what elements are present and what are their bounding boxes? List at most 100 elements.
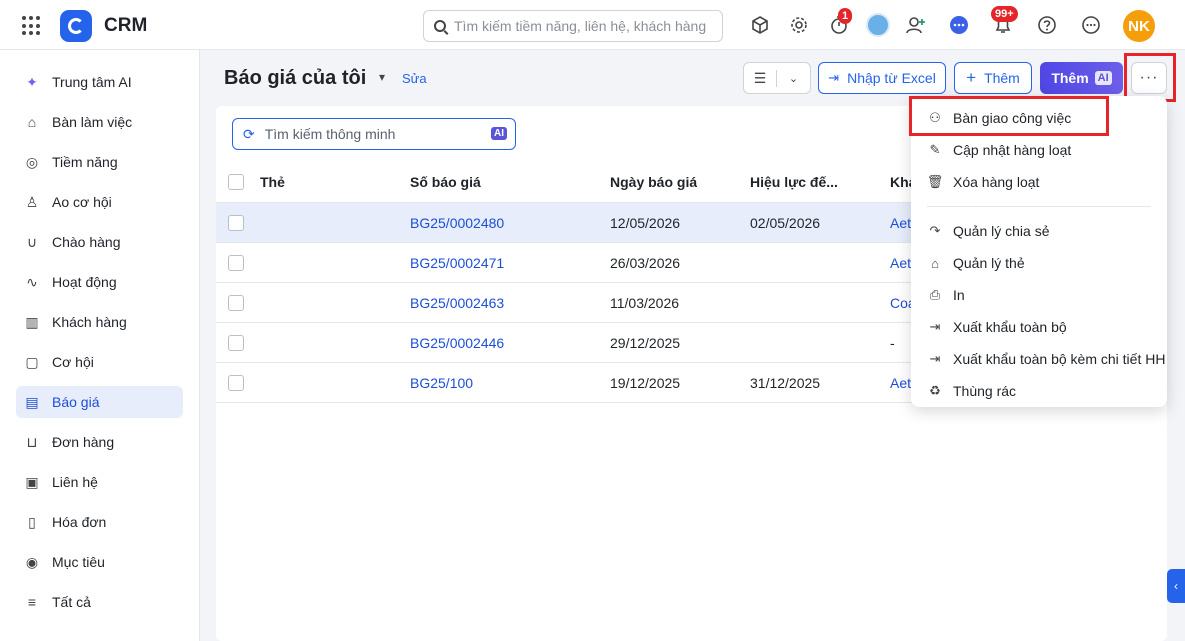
add-ai-label: Thêm	[1051, 70, 1089, 86]
add-user-icon[interactable]	[903, 12, 929, 38]
sidebar-item-label: Báo giá	[52, 394, 100, 410]
quote-number-link[interactable]: BG25/0002463	[410, 283, 504, 322]
box-search-icon[interactable]	[747, 12, 773, 38]
menu-item-share-management[interactable]: ↷ Quản lý chia sẻ	[911, 215, 1167, 247]
smart-search-icon: ⟳	[243, 125, 255, 142]
notification-badge: 99+	[991, 6, 1018, 22]
import-excel-label: Nhập từ Excel	[847, 70, 936, 86]
cart-icon: ⊔	[26, 433, 38, 450]
chevron-down-icon[interactable]: ▾	[379, 70, 385, 84]
gear-icon[interactable]	[786, 12, 812, 38]
pool-icon: ♙	[25, 193, 39, 210]
chat-icon[interactable]	[946, 12, 972, 38]
quote-icon: ▤	[25, 393, 39, 410]
lead-icon: ◎	[25, 153, 39, 170]
user-avatar[interactable]: NK	[1123, 10, 1155, 42]
sidebar-item-label: Trung tâm AI	[52, 74, 132, 90]
menu-item-recycle-bin[interactable]: ♻ Thùng rác	[911, 375, 1167, 407]
row-checkbox[interactable]	[228, 254, 244, 271]
pencil-icon: ✎	[929, 142, 941, 157]
sidebar-item-activities[interactable]: ∿ Hoạt động	[16, 266, 183, 298]
sidebar-item-label: Hóa đơn	[52, 514, 107, 530]
customer-link[interactable]: Aet	[890, 203, 911, 242]
add-ai-button[interactable]: Thêm AI	[1040, 62, 1123, 94]
quote-date: 11/03/2026	[610, 294, 680, 311]
quote-number-link[interactable]: BG25/0002480	[410, 203, 504, 242]
sidebar: ✦ Trung tâm AI ⌂ Bàn làm việc ◎ Tiềm năng ♙…	[0, 50, 200, 641]
app-grid-icon[interactable]	[22, 16, 42, 36]
ai-chip: AI	[1094, 71, 1112, 85]
global-search-placeholder: Tìm kiếm tiềm năng, liên hệ, khách hàng	[454, 18, 707, 34]
menu-item-label: Quản lý chia sẻ	[953, 223, 1050, 239]
sidebar-item-invoices[interactable]: ▯ Hóa đơn	[16, 506, 183, 538]
menu-item-export-all-detail[interactable]: ⇥ Xuất khẩu toàn bộ kèm chi tiết HH	[911, 343, 1167, 375]
row-checkbox[interactable]	[228, 374, 244, 391]
quote-date: 19/12/2025	[610, 374, 681, 391]
sidebar-item-contacts[interactable]: ▣ Liên hệ	[16, 466, 183, 498]
sidebar-item-customers[interactable]: ▥ Khách hàng	[16, 306, 183, 338]
edit-view-link[interactable]: Sửa	[402, 71, 427, 86]
printer-icon: ⎙	[929, 287, 941, 302]
invoice-icon: ▯	[28, 513, 36, 530]
menu-item-bulk-update[interactable]: ✎ Cập nhật hàng loạt	[911, 134, 1167, 166]
add-button[interactable]: + Thêm	[954, 62, 1032, 94]
sidebar-item-offers[interactable]: ∪ Chào hàng	[16, 226, 183, 258]
menu-item-label: Xuất khẩu toàn bộ	[953, 319, 1067, 335]
trash-icon: 🗑︎	[926, 174, 944, 189]
column-header-date[interactable]: Ngày báo giá	[610, 162, 697, 202]
timer-badge: 1	[838, 8, 853, 24]
import-icon: ⇥	[828, 70, 840, 85]
sidebar-item-goals[interactable]: ◉ Mục tiêu	[16, 546, 183, 578]
highlight-handover-item	[909, 96, 1109, 136]
export-detail-icon: ⇥	[929, 351, 941, 366]
quote-number-link[interactable]: BG25/0002471	[410, 243, 504, 282]
sidebar-item-label: Liên hệ	[52, 474, 98, 490]
sidebar-item-quotes[interactable]: ▤ Báo giá	[16, 386, 183, 418]
row-checkbox[interactable]	[228, 294, 244, 311]
customer-link[interactable]: Aet	[890, 243, 911, 282]
column-header-tag[interactable]: Thẻ	[260, 162, 285, 202]
customer-empty: -	[890, 334, 895, 351]
sidebar-item-all[interactable]: ≡ Tất cả	[16, 586, 183, 618]
assistant-avatar[interactable]	[866, 13, 890, 37]
sidebar-item-ai-center[interactable]: ✦ Trung tâm AI	[16, 66, 183, 98]
column-header-valid-until[interactable]: Hiệu lực đế...	[750, 162, 838, 202]
sidebar-item-opportunities[interactable]: ▢ Cơ hội	[16, 346, 183, 378]
quote-number-link[interactable]: BG25/100	[410, 363, 473, 402]
row-checkbox[interactable]	[228, 214, 244, 231]
menu-item-bulk-delete[interactable]: 🗑︎ Xóa hàng loạt	[911, 166, 1167, 198]
opportunity-icon: ▢	[25, 353, 39, 370]
column-header-number[interactable]: Số báo giá	[410, 162, 481, 202]
magnet-icon: ∪	[26, 233, 38, 250]
more-actions-menu: ⚇ Bàn giao công việc ✎ Cập nhật hàng loạt …	[911, 96, 1167, 407]
crm-logo[interactable]	[60, 10, 92, 42]
sidebar-item-leads[interactable]: ◎ Tiềm năng	[16, 146, 183, 178]
chevron-down-icon: ⌄	[788, 72, 799, 85]
menu-item-export-all[interactable]: ⇥ Xuất khẩu toàn bộ	[911, 311, 1167, 343]
quote-date: 12/05/2026	[610, 214, 681, 231]
row-checkbox[interactable]	[228, 334, 244, 351]
building-icon: ▥	[25, 313, 39, 330]
smart-search-input[interactable]: ⟳ Tìm kiếm thông minh AI	[232, 118, 516, 150]
sidebar-item-label: Cơ hội	[52, 354, 94, 370]
smart-search-placeholder: Tìm kiếm thông minh	[264, 126, 396, 142]
export-icon: ⇥	[929, 319, 941, 334]
sidebar-item-orders[interactable]: ⊔ Đơn hàng	[16, 426, 183, 458]
import-excel-button[interactable]: ⇥ Nhập từ Excel	[818, 62, 946, 94]
help-icon[interactable]	[1034, 12, 1060, 38]
collapse-panel-chevron-icon[interactable]: ‹	[1167, 569, 1185, 603]
select-all-checkbox[interactable]	[228, 174, 244, 190]
sidebar-item-desk[interactable]: ⌂ Bàn làm việc	[16, 106, 183, 138]
more-apps-icon[interactable]	[1078, 12, 1104, 38]
sidebar-item-opportunity-pool[interactable]: ♙ Ao cơ hội	[16, 186, 183, 218]
menu-item-tag-management[interactable]: ⌂ Quản lý thẻ	[911, 247, 1167, 279]
page-title: Báo giá của tôi	[224, 67, 367, 89]
quote-number-link[interactable]: BG25/0002446	[410, 323, 504, 362]
valid-until: 31/12/2025	[750, 374, 821, 391]
customer-link[interactable]: Aet	[890, 363, 911, 402]
sidebar-item-label: Đơn hàng	[52, 434, 115, 450]
view-toggle-button[interactable]: ☰ ⌄	[743, 62, 811, 94]
sidebar-item-label: Khách hàng	[52, 314, 127, 330]
menu-item-print[interactable]: ⎙ In	[911, 279, 1167, 311]
global-search-input[interactable]: Tìm kiếm tiềm năng, liên hệ, khách hàng	[423, 10, 723, 42]
